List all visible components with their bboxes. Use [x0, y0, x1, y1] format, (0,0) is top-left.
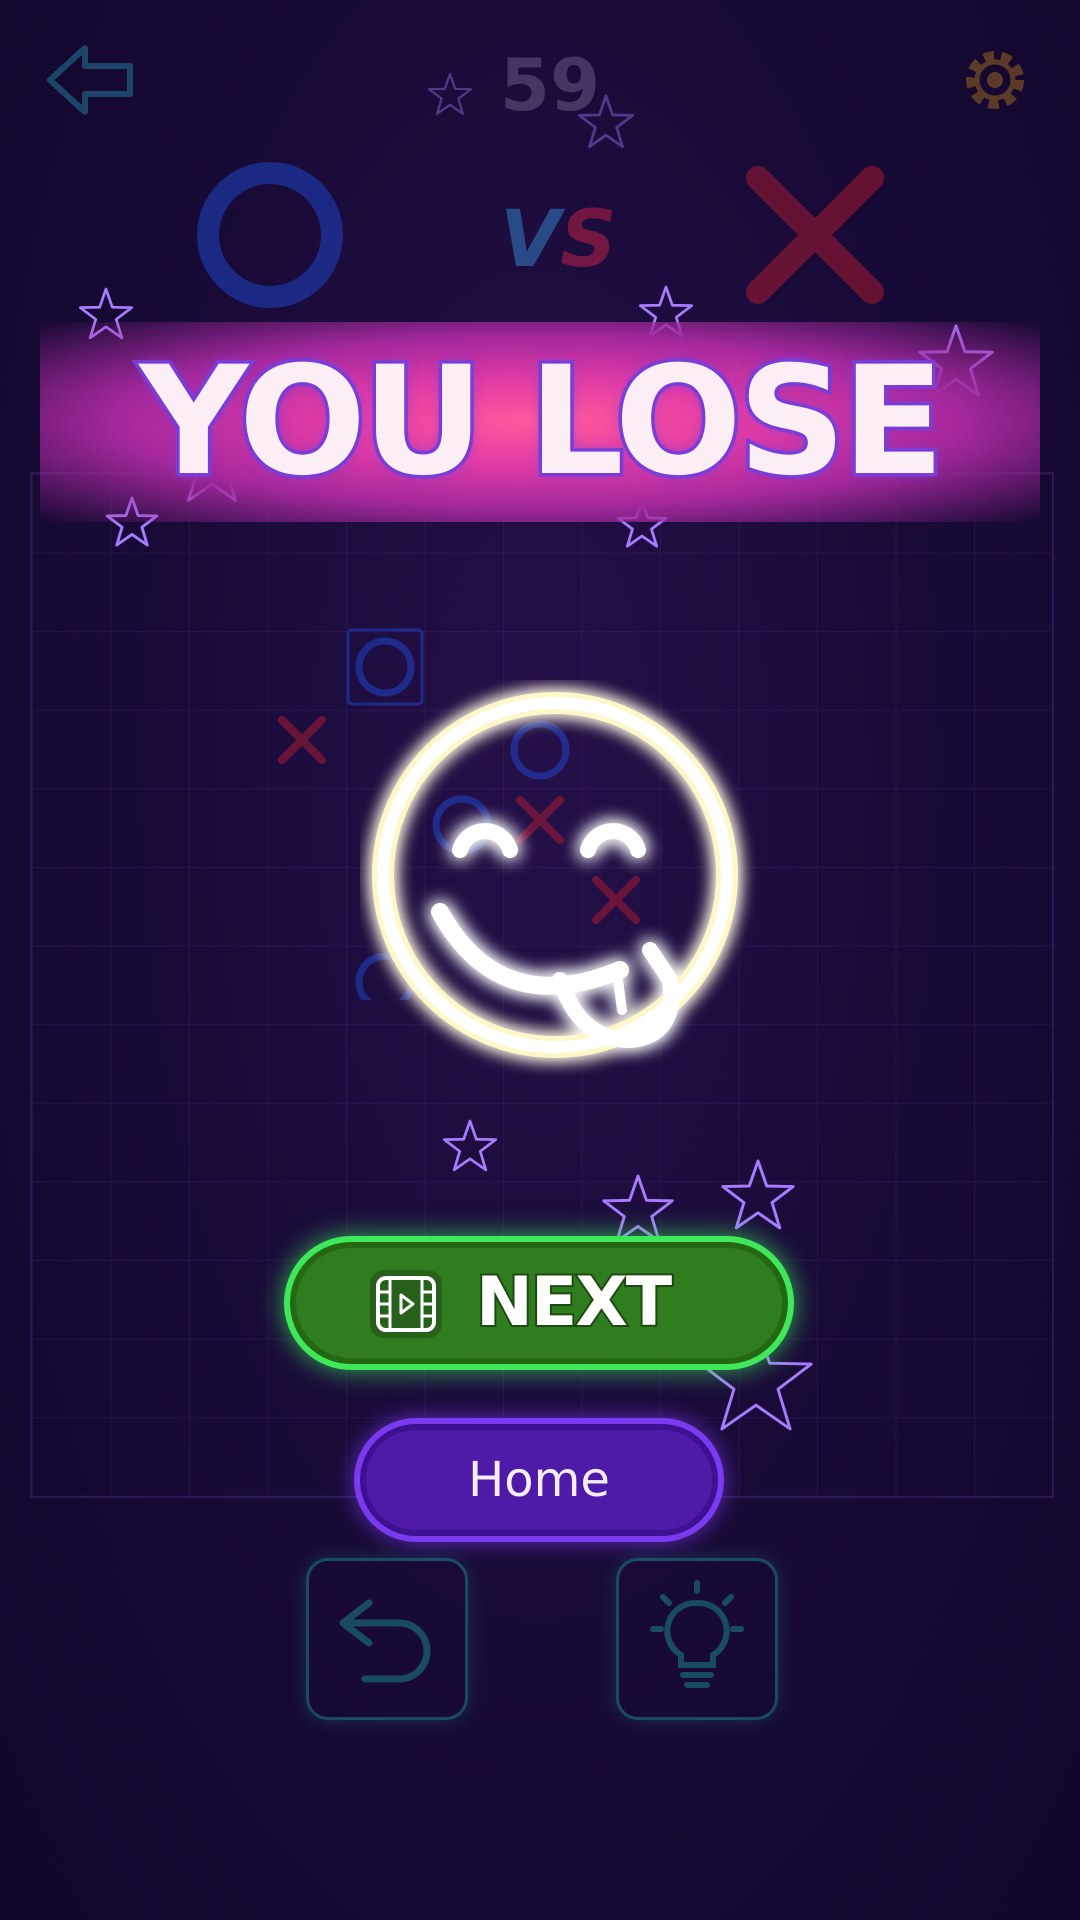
next-button[interactable]: NEXT — [284, 1236, 794, 1370]
star-icon — [723, 1161, 793, 1228]
star-icon — [444, 1121, 495, 1170]
result-emoji — [360, 680, 760, 1080]
home-button[interactable]: Home — [354, 1418, 724, 1542]
video-ad-icon — [370, 1270, 442, 1338]
home-button-label: Home — [468, 1452, 610, 1508]
result-title: YOU LOSE — [136, 332, 948, 513]
star-icon — [429, 74, 471, 114]
star-icon — [579, 96, 632, 147]
star-icon — [604, 1176, 672, 1241]
tongue-smiley-icon — [372, 692, 738, 1058]
next-button-label: NEXT — [474, 1261, 674, 1344]
